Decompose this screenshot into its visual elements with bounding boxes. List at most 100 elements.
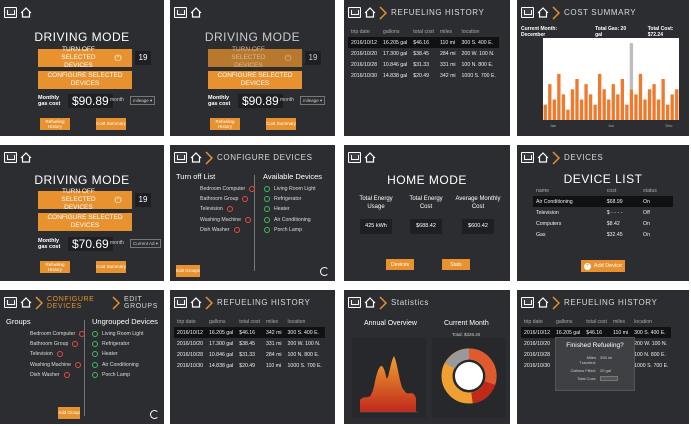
bar[interactable] (647, 89, 652, 120)
bar[interactable] (611, 84, 615, 120)
home-icon[interactable] (20, 152, 32, 163)
add-group-button[interactable]: Add Group (58, 407, 80, 419)
bar[interactable] (638, 73, 643, 120)
list-item[interactable]: Bedroom Computer (200, 184, 259, 194)
add-icon[interactable] (92, 331, 98, 338)
table-row[interactable]: Air Conditioning $68.99 On (533, 196, 673, 207)
bar[interactable] (616, 94, 620, 120)
configure-selected-button[interactable]: CONFIGURE SELECTED DEVICES (208, 71, 302, 89)
table-row[interactable]: 2016/10/20 17.300 gal $38.45 331 mi 200 W. 1… (174, 338, 325, 349)
home-icon[interactable] (364, 7, 376, 18)
list-item[interactable]: Bathroom Group (200, 194, 259, 204)
list-item[interactable]: Porch Lamp (264, 225, 316, 235)
bar[interactable] (566, 109, 570, 120)
breadcrumb-configure[interactable]: CONFIGURE DEVICES (47, 296, 109, 310)
table-row[interactable]: Television $ - - - - Off (533, 207, 673, 218)
list-item[interactable]: Dish Washer (200, 225, 259, 235)
list-item[interactable]: Washing Machine (30, 360, 89, 370)
bar[interactable] (602, 89, 606, 120)
app-icon[interactable] (4, 152, 17, 163)
field-value[interactable]: 398 mi (600, 355, 612, 365)
remove-icon[interactable] (75, 361, 82, 368)
table-row[interactable]: Gas $32.45 On (533, 229, 673, 240)
remove-icon[interactable] (56, 351, 63, 358)
app-icon[interactable] (348, 152, 361, 163)
app-icon[interactable] (521, 7, 534, 18)
home-icon[interactable] (20, 297, 32, 308)
bar[interactable] (570, 89, 575, 120)
list-item[interactable]: Television (30, 349, 89, 359)
period-select[interactable]: mileage ▾ (130, 96, 156, 105)
add-icon[interactable] (264, 216, 270, 223)
app-icon[interactable] (174, 152, 187, 163)
add-icon[interactable] (264, 186, 270, 193)
bar[interactable] (543, 104, 547, 120)
add-icon[interactable] (92, 341, 98, 348)
home-icon[interactable] (537, 297, 549, 308)
remove-icon[interactable] (226, 206, 233, 213)
bar[interactable] (675, 89, 679, 120)
cost-summary-button[interactable]: Cost Summary (96, 118, 126, 130)
turn-off-selected-button[interactable]: TURN OFF SELECTED DEVICES ⏻ (208, 46, 302, 69)
add-icon[interactable] (264, 196, 270, 203)
home-icon[interactable] (537, 152, 549, 163)
field-value[interactable]: 20 gal (600, 368, 611, 373)
bar[interactable] (670, 94, 674, 120)
bar[interactable] (593, 104, 597, 120)
app-icon[interactable] (521, 152, 534, 163)
list-item[interactable]: Bathroom Group (30, 339, 89, 349)
refueling-history-button[interactable]: Refueling History (40, 261, 70, 273)
undo-icon[interactable] (150, 410, 159, 419)
bar[interactable] (548, 84, 552, 120)
bar[interactable] (666, 104, 670, 120)
table-row[interactable]: 2016/10/20 17.300 gal $38.45 284 mi 200 W. 1… (348, 48, 499, 59)
bar[interactable] (557, 73, 561, 120)
list-item[interactable]: Heater (92, 349, 144, 359)
highlight-bar[interactable] (629, 43, 634, 90)
remove-icon[interactable] (245, 216, 252, 223)
cost-summary-button[interactable]: Cost Summary (96, 261, 126, 273)
configure-selected-button[interactable]: CONFIGURE SELECTED DEVICES (38, 213, 132, 231)
remove-icon[interactable] (242, 196, 249, 203)
list-item[interactable]: Refrigerator (92, 339, 144, 349)
home-icon[interactable] (537, 7, 549, 18)
list-item[interactable]: Television (200, 204, 259, 214)
bar[interactable] (629, 89, 634, 120)
bar[interactable] (552, 99, 556, 121)
turn-off-selected-button[interactable]: TURN OFF SELECTED DEVICES ⏻ (38, 46, 132, 69)
app-icon[interactable] (348, 297, 361, 308)
list-item[interactable]: Dish Washer (30, 370, 89, 380)
configure-selected-button[interactable]: CONFIGURE SELECTED DEVICES (38, 71, 132, 89)
home-icon[interactable] (364, 152, 376, 163)
stats-button[interactable]: Stats (442, 259, 470, 270)
bar[interactable] (584, 84, 588, 120)
remove-icon[interactable] (249, 186, 256, 193)
edit-groups-button[interactable]: Edit Groups (176, 265, 200, 277)
add-icon[interactable] (92, 361, 98, 368)
list-item[interactable]: Bedroom Computer (30, 329, 89, 339)
bar[interactable] (620, 79, 624, 120)
list-item[interactable]: Heater (264, 204, 316, 214)
table-row[interactable]: 2016/10/12 16.205 gal $46.16 110 mi 300 S. 4… (348, 37, 499, 48)
table-row[interactable]: 2016/10/30 14.838 gal $20.49 342 mi 1000 S. … (348, 70, 499, 81)
home-icon[interactable] (364, 297, 376, 308)
remove-icon[interactable] (233, 226, 240, 233)
refueling-history-button[interactable]: Refueling History (40, 118, 70, 130)
bar[interactable] (661, 79, 665, 120)
list-item[interactable]: Air Conditioning (264, 215, 316, 225)
bar[interactable] (634, 94, 638, 120)
home-icon[interactable] (20, 7, 32, 18)
turn-off-selected-button[interactable]: TURN OFF SELECTED DEVICES ⏻ (38, 188, 132, 211)
bar[interactable] (607, 99, 611, 121)
add-device-button[interactable]: + Add Device (581, 260, 625, 272)
bar[interactable] (652, 84, 656, 120)
list-item[interactable]: Refrigerator (264, 194, 316, 204)
table-row[interactable]: 2016/10/28 10.846 gal $31.33 331 mi 100 N. 8… (348, 59, 499, 70)
app-icon[interactable] (521, 297, 534, 308)
add-icon[interactable] (264, 206, 270, 213)
list-item[interactable]: Living Room Light (92, 329, 144, 339)
remove-icon[interactable] (63, 371, 70, 378)
bar[interactable] (598, 73, 602, 120)
home-icon[interactable] (190, 297, 202, 308)
add-icon[interactable] (264, 226, 270, 233)
